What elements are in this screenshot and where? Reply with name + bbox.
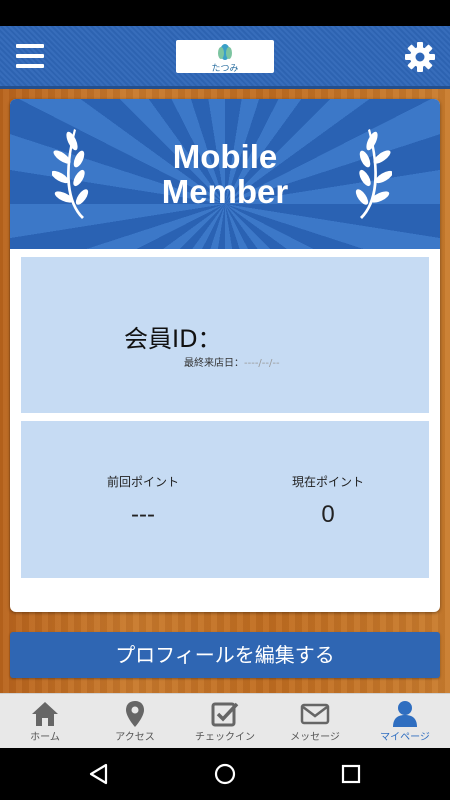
- member-info-panel: 会員ID： 最終来店日：----/--/--: [21, 257, 429, 413]
- android-nav-bar: [0, 748, 450, 800]
- envelope-icon: [300, 703, 330, 725]
- status-bar: [0, 0, 450, 26]
- previous-points-value: ---: [131, 501, 155, 528]
- tab-access-label: アクセス: [115, 732, 155, 743]
- recent-apps-icon[interactable]: [338, 762, 364, 786]
- edit-profile-button[interactable]: プロフィールを編集する: [10, 632, 440, 678]
- gear-icon[interactable]: [404, 41, 436, 73]
- laurel-left-icon: [52, 129, 89, 219]
- tab-message-label: メッセージ: [290, 732, 340, 743]
- banner-title: Mobile Member: [105, 139, 345, 209]
- last-visit: 最終来店日：----/--/--: [184, 354, 280, 369]
- last-visit-label: 最終来店日：: [184, 358, 244, 369]
- points-panel: 前回ポイント --- 現在ポイント 0: [21, 421, 429, 578]
- back-icon[interactable]: [86, 762, 112, 786]
- tab-home[interactable]: ホーム: [0, 694, 90, 749]
- tab-message[interactable]: メッセージ: [270, 694, 360, 749]
- laurel-right-icon: [355, 129, 392, 219]
- banner-title-line2: Member: [161, 173, 289, 210]
- tab-mypage[interactable]: マイページ: [360, 694, 450, 749]
- member-banner: Mobile Member: [10, 99, 440, 249]
- previous-points-label: 前回ポイント: [106, 475, 179, 489]
- logo-text: たつみ: [211, 64, 239, 74]
- bottom-tab-bar: ホーム アクセス チェックイン メッセージ マイページ: [0, 693, 450, 749]
- member-card: Mobile Member 会員ID： 最終来店日：----/--/-- 前回ポ…: [10, 99, 440, 612]
- current-points-label: 現在ポイント: [291, 475, 364, 489]
- home-circle-icon[interactable]: [212, 762, 238, 786]
- app-logo: たつみ: [176, 40, 274, 74]
- leaf-logo-icon: [218, 44, 232, 60]
- map-pin-icon: [126, 701, 144, 727]
- current-points-value: 0: [321, 501, 335, 528]
- banner-title-line1: Mobile: [172, 138, 278, 175]
- tab-checkin[interactable]: チェックイン: [180, 694, 270, 749]
- hamburger-menu-icon[interactable]: [16, 44, 44, 68]
- tab-mypage-label: マイページ: [380, 732, 430, 743]
- last-visit-value: ----/--/--: [244, 358, 280, 369]
- member-id-label: 会員ID：: [124, 325, 222, 353]
- home-icon: [32, 702, 58, 726]
- person-icon: [393, 701, 417, 727]
- tab-home-label: ホーム: [30, 732, 60, 743]
- checkbox-icon: [211, 702, 239, 727]
- tab-access[interactable]: アクセス: [90, 694, 180, 749]
- tab-checkin-label: チェックイン: [195, 732, 255, 743]
